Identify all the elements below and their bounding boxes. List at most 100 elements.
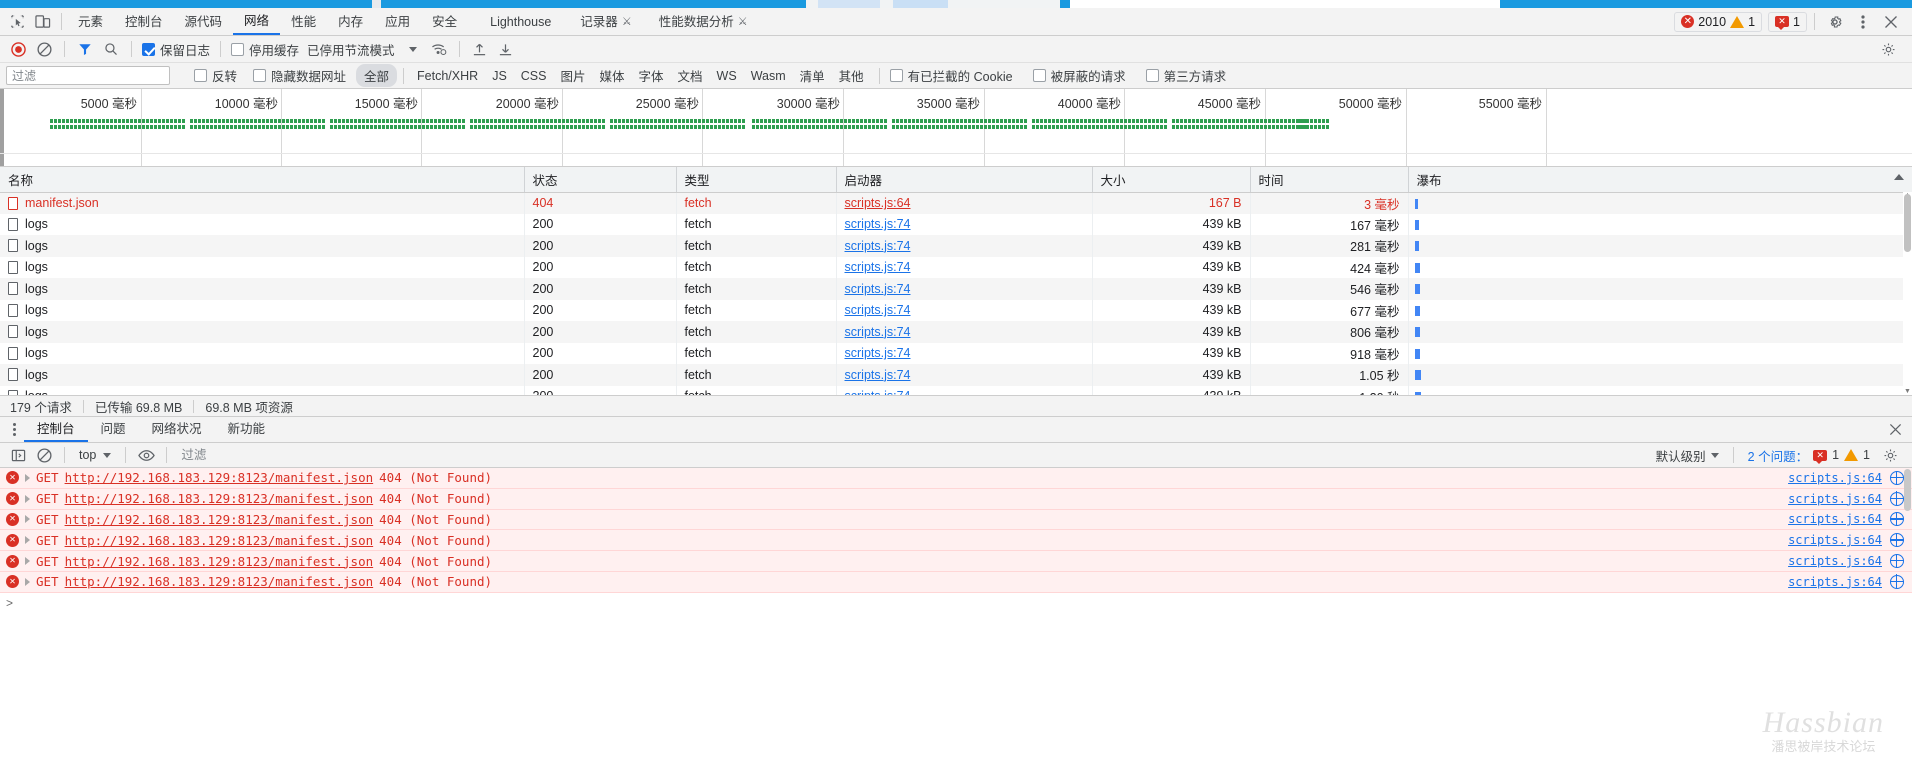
initiator-link[interactable]: scripts.js:74 xyxy=(845,303,911,317)
drawer-tab-network-conditions[interactable]: 网络状况 xyxy=(139,417,215,442)
cell-name[interactable]: logs xyxy=(0,342,525,364)
network-overview-timeline[interactable]: 5000 毫秒 10000 毫秒 15000 毫秒 20000 毫秒 25000… xyxy=(0,89,1912,167)
tab-performance-insights[interactable]: 性能数据分析 ⚔ xyxy=(643,9,759,35)
source-link[interactable]: scripts.js:64 xyxy=(1788,492,1882,506)
initiator-link[interactable]: scripts.js:74 xyxy=(845,260,911,274)
console-message[interactable]: ✕ GET http://192.168.183.129:8123/manifest… xyxy=(0,551,1912,572)
expand-arrow-icon[interactable] xyxy=(25,557,30,566)
tab-elements[interactable]: 元素 xyxy=(67,9,114,35)
table-row[interactable]: logs 200 fetch scripts.js:74 439 kB 1.05 秒 xyxy=(0,364,1912,386)
table-row[interactable]: logs 200fetch scripts.js:74 439 kB1.20 秒 xyxy=(0,385,1912,395)
type-filter-fetch-xhr[interactable]: Fetch/XHR xyxy=(410,69,485,83)
live-expression-eye-icon[interactable] xyxy=(134,444,158,466)
table-row[interactable]: logs 200 fetch scripts.js:74 439 kB 546 毫秒 xyxy=(0,278,1912,300)
cell-initiator[interactable]: scripts.js:74 xyxy=(836,256,1093,278)
cell-initiator[interactable]: scripts.js:74 xyxy=(836,385,1093,395)
request-url-link[interactable]: http://192.168.183.129:8123/manifest.jso… xyxy=(65,574,374,589)
console-issues-counter[interactable]: 2 个问题： ✕ 1 1 xyxy=(1748,446,1870,465)
type-filter-css[interactable]: CSS xyxy=(514,69,554,83)
console-context-select[interactable]: top xyxy=(73,448,117,462)
type-filter-all[interactable]: 全部 xyxy=(356,64,398,87)
device-toolbar-icon[interactable] xyxy=(30,10,56,34)
cell-name[interactable]: manifest.json xyxy=(0,192,525,214)
cell-name[interactable]: logs xyxy=(0,213,525,235)
request-url-link[interactable]: http://192.168.183.129:8123/manifest.jso… xyxy=(65,470,374,485)
type-filter-js[interactable]: JS xyxy=(485,69,514,83)
expand-arrow-icon[interactable] xyxy=(25,473,30,482)
console-message[interactable]: ✕ GET http://192.168.183.129:8123/manifest… xyxy=(0,571,1912,593)
initiator-link[interactable]: scripts.js:74 xyxy=(845,389,911,395)
type-filter-font[interactable]: 字体 xyxy=(632,66,671,85)
table-row[interactable]: logs 200 fetch scripts.js:74 439 kB 677 毫秒 xyxy=(0,299,1912,321)
cell-name[interactable]: logs xyxy=(0,235,525,257)
network-conditions-icon[interactable] xyxy=(427,38,451,60)
table-row[interactable]: logs 200 fetch scripts.js:74 439 kB 424 毫秒 xyxy=(0,256,1912,278)
type-filter-manifest[interactable]: 清单 xyxy=(793,66,832,85)
throttling-select[interactable]: 已停用节流模式 xyxy=(303,40,399,59)
search-button[interactable] xyxy=(99,38,123,60)
cell-initiator[interactable]: scripts.js:74 xyxy=(836,364,1093,386)
tab-console[interactable]: 控制台 xyxy=(114,9,174,35)
table-scrollbar[interactable]: ▲ ▼ xyxy=(1903,192,1912,395)
cell-name[interactable]: logs xyxy=(0,299,525,321)
initiator-link[interactable]: scripts.js:74 xyxy=(845,325,911,339)
drawer-more-options-icon[interactable] xyxy=(4,419,24,441)
gear-icon[interactable] xyxy=(1822,10,1848,34)
drawer-tab-whats-new[interactable]: 新功能 xyxy=(215,417,279,442)
scroll-down-arrow[interactable]: ▼ xyxy=(1903,388,1912,395)
console-message[interactable]: ✕ GET http://192.168.183.129:8123/manifest… xyxy=(0,488,1912,510)
console-message[interactable]: ✕ GET http://192.168.183.129:8123/manifest… xyxy=(0,509,1912,531)
drawer-tab-issues[interactable]: 问题 xyxy=(88,417,139,442)
console-messages[interactable]: ✕ GET http://192.168.183.129:8123/manifest… xyxy=(0,468,1912,761)
type-filter-ws[interactable]: WS xyxy=(710,69,744,83)
type-filter-other[interactable]: 其他 xyxy=(832,66,871,85)
initiator-link[interactable]: scripts.js:74 xyxy=(845,368,911,382)
source-link[interactable]: scripts.js:64 xyxy=(1788,575,1882,589)
tab-recorder[interactable]: 记录器 ⚔ xyxy=(562,9,642,35)
initiator-link[interactable]: scripts.js:74 xyxy=(845,282,911,296)
request-url-link[interactable]: http://192.168.183.129:8123/manifest.jso… xyxy=(65,491,374,506)
column-header-initiator[interactable]: 启动器 xyxy=(836,167,1093,193)
globe-icon[interactable] xyxy=(1889,470,1904,485)
expand-arrow-icon[interactable] xyxy=(25,494,30,503)
globe-icon[interactable] xyxy=(1889,512,1904,527)
cell-name[interactable]: logs xyxy=(0,256,525,278)
globe-icon[interactable] xyxy=(1889,532,1904,548)
cell-initiator[interactable]: scripts.js:74 xyxy=(836,299,1093,321)
record-button[interactable] xyxy=(6,38,30,60)
export-har-icon[interactable] xyxy=(494,38,518,60)
request-url-link[interactable]: http://192.168.183.129:8123/manifest.jso… xyxy=(65,554,374,569)
message-counter[interactable]: ✕ 1 xyxy=(1768,11,1807,32)
table-row[interactable]: logs 200 fetch scripts.js:74 439 kB 918 毫秒 xyxy=(0,342,1912,364)
cell-initiator[interactable]: scripts.js:74 xyxy=(836,321,1093,343)
cell-initiator[interactable]: scripts.js:74 xyxy=(836,235,1093,257)
cell-initiator[interactable]: scripts.js:74 xyxy=(836,213,1093,235)
cell-name[interactable]: logs xyxy=(0,364,525,386)
console-prompt[interactable]: > xyxy=(0,593,1912,614)
column-header-type[interactable]: 类型 xyxy=(676,167,837,193)
type-filter-media[interactable]: 媒体 xyxy=(593,66,632,85)
expand-arrow-icon[interactable] xyxy=(25,577,30,586)
type-filter-doc[interactable]: 文档 xyxy=(671,66,710,85)
error-warning-counter[interactable]: ✕ 2010 1 xyxy=(1674,11,1763,32)
source-link[interactable]: scripts.js:64 xyxy=(1788,533,1882,547)
close-icon[interactable] xyxy=(1878,10,1904,34)
network-requests-table[interactable]: 名称 状态 类型 启动器 大小 时间 瀑布 manifest.json 404 fe… xyxy=(0,167,1912,395)
invert-checkbox[interactable]: 反转 xyxy=(192,66,239,85)
request-url-link[interactable]: http://192.168.183.129:8123/manifest.jso… xyxy=(65,533,374,548)
column-header-name[interactable]: 名称 xyxy=(0,167,525,193)
initiator-link[interactable]: scripts.js:74 xyxy=(845,239,911,253)
scrollbar-thumb[interactable] xyxy=(1904,469,1911,511)
third-party-checkbox[interactable]: 第三方请求 xyxy=(1144,66,1229,85)
column-header-size[interactable]: 大小 xyxy=(1092,167,1251,193)
tab-application[interactable]: 应用 xyxy=(374,9,421,35)
initiator-link[interactable]: scripts.js:64 xyxy=(845,196,911,210)
console-sidebar-toggle-icon[interactable] xyxy=(6,444,30,466)
tab-memory[interactable]: 内存 xyxy=(327,9,374,35)
console-filter-input[interactable] xyxy=(175,445,1296,465)
chevron-down-icon[interactable] xyxy=(408,46,417,52)
preserve-log-checkbox[interactable]: 保留日志 xyxy=(140,40,212,59)
console-level-select[interactable]: 默认级别 xyxy=(1656,446,1719,465)
cell-initiator[interactable]: scripts.js:64 xyxy=(836,192,1093,214)
overview-left-handle[interactable] xyxy=(0,89,4,166)
